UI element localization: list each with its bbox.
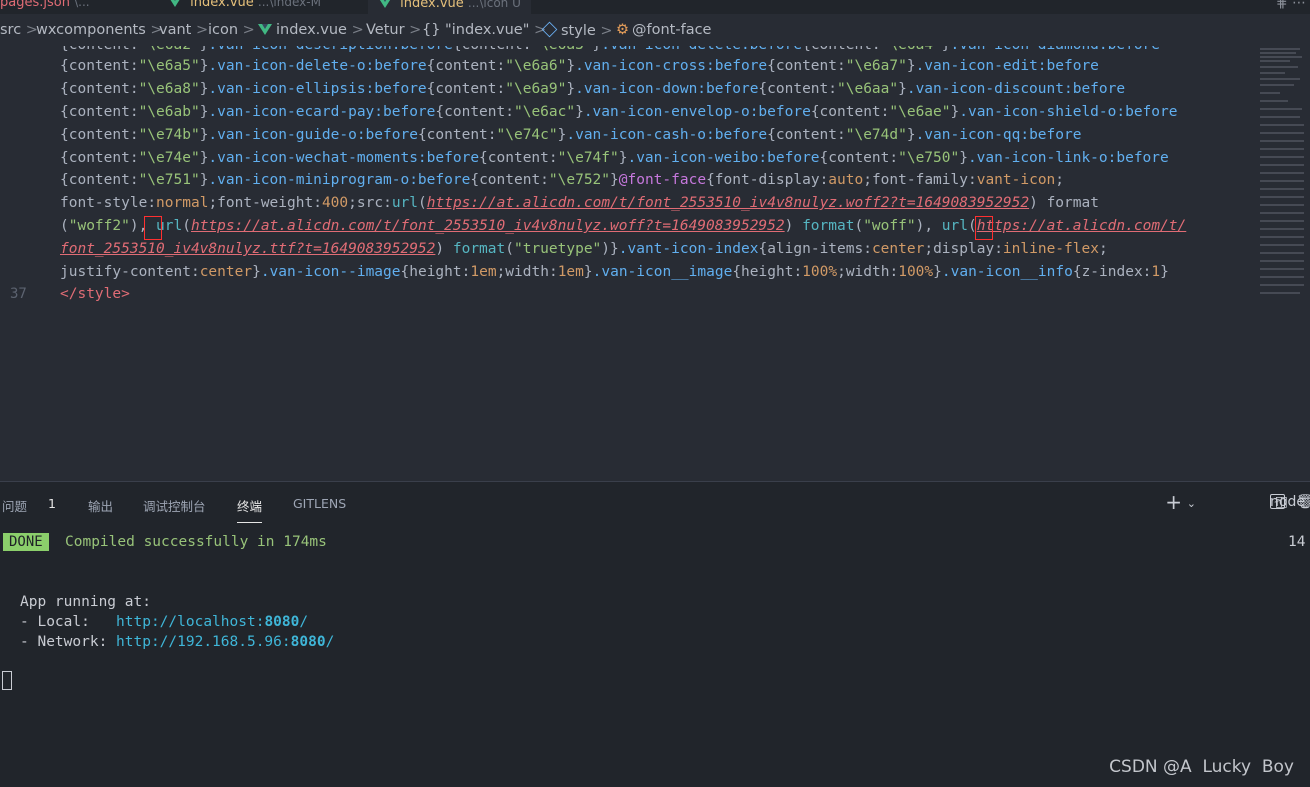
local-url-link[interactable]: http://localhost:8080/ — [116, 614, 308, 630]
editor-tab-bar: pages.json \... index.vue ...\index-M in… — [0, 0, 1310, 14]
local-line: - Local: http://localhost:8080/ — [20, 614, 309, 630]
trash-icon[interactable]: 🗑 — [1296, 494, 1310, 510]
code-line: </style> — [60, 286, 130, 302]
breadcrumb: src > wxcomponents > vant > icon > index… — [0, 14, 1310, 46]
breadcrumb-style[interactable]: style > — [541, 21, 613, 39]
tab-path: ...\index-M — [257, 0, 321, 9]
tab-label: index.vue — [400, 0, 464, 11]
tab-problems[interactable]: 问题 — [2, 496, 27, 515]
compiled-message: Compiled successfully in 174ms — [65, 534, 327, 550]
breadcrumb-vetur[interactable]: Vetur > — [366, 22, 421, 38]
done-badge: DONE — [3, 533, 49, 551]
breadcrumb-icon[interactable]: icon > — [208, 22, 255, 38]
code-editor[interactable]: {content:"\e6a2"}.van-icon-description:b… — [0, 46, 1310, 481]
code-line: ("woff2"), url(https://at.alicdn.com/t/f… — [60, 218, 1187, 234]
minimap[interactable] — [1260, 46, 1304, 301]
chevron-down-icon[interactable]: ⌄ — [1187, 497, 1196, 510]
tab-path: \... — [74, 0, 90, 9]
code-line: {content:"\e751"}.van-icon-miniprogram-o… — [60, 172, 1065, 188]
breadcrumb-file[interactable]: index.vue > — [258, 22, 364, 38]
panel-tabs: 问题 1 输出 调试控制台 终端 GITLENS + ⌄ > node ◫ 🗑 — [0, 482, 1310, 526]
app-running-text: App running at: — [20, 594, 151, 610]
split-editor-icon[interactable]: ⋕ ⋯ — [1276, 0, 1306, 11]
code-line: justify-content:center}.van-icon--image{… — [60, 264, 1169, 280]
tab-pages-json[interactable]: pages.json \... — [0, 0, 90, 14]
vue-icon — [258, 24, 272, 35]
breadcrumb-document[interactable]: {} "index.vue" > — [422, 22, 546, 38]
network-line: - Network: http://192.168.5.96:8080/ — [20, 634, 335, 650]
code-line: font_2553510_iv4v8nulyz.ttf?t=1649083952… — [60, 241, 1108, 257]
terminal-cursor — [2, 671, 12, 690]
vue-icon — [168, 0, 182, 7]
code-line: {content:"\e74b"}.van-icon-guide-o:befor… — [60, 127, 1082, 143]
watermark: CSDN @A Lucky Boy — [1109, 757, 1294, 777]
breadcrumb-wxcomponents[interactable]: wxcomponents > — [36, 22, 163, 38]
highlight-box — [975, 216, 993, 240]
terminal-output[interactable]: DONE Compiled successfully in 174ms 14 A… — [0, 526, 1310, 786]
bottom-panel: 问题 1 输出 调试控制台 终端 GITLENS + ⌄ > node ◫ 🗑 D… — [0, 481, 1310, 787]
code-line: {content:"\e6ab"}.van-icon-ecard-pay:bef… — [60, 104, 1178, 120]
breadcrumb-font-face[interactable]: ⚙ @font-face — [616, 22, 711, 38]
tab-label: pages.json — [0, 0, 70, 10]
code-line: {content:"\e6a8"}.van-icon-ellipsis:befo… — [60, 81, 1126, 97]
tab-index-vue-2[interactable]: index.vue ...\icon U — [368, 0, 531, 14]
problems-count-badge: 1 — [48, 496, 56, 511]
symbol-icon: ⚙ — [616, 22, 629, 38]
breadcrumb-src[interactable]: src > — [0, 22, 38, 38]
tab-gitlens[interactable]: GITLENS — [293, 496, 346, 511]
tab-debug-console[interactable]: 调试控制台 — [143, 496, 206, 515]
tab-output[interactable]: 输出 — [88, 496, 113, 515]
code-line: {content:"\e6a5"}.van-icon-delete-o:befo… — [60, 58, 1099, 74]
code-line: font-style:normal;font-weight:400;src:ur… — [60, 195, 1099, 211]
tab-index-vue-1[interactable]: index.vue ...\index-M — [168, 0, 321, 14]
tab-path: ...\icon U — [467, 0, 521, 10]
breadcrumb-vant[interactable]: vant > — [159, 22, 208, 38]
tab-label: index.vue — [190, 0, 254, 10]
cube-icon — [541, 21, 558, 38]
highlight-box — [144, 216, 162, 240]
terminal-right-number: 14 — [1288, 534, 1306, 550]
split-terminal-icon[interactable]: ◫ — [1275, 494, 1288, 510]
vue-icon — [378, 0, 392, 8]
new-terminal-plus-icon[interactable]: + — [1165, 490, 1182, 514]
tab-terminal[interactable]: 终端 — [237, 496, 263, 523]
network-url-link[interactable]: http://192.168.5.96:8080/ — [116, 634, 334, 650]
code-line: {content:"\e74e"}.van-icon-wechat-moment… — [60, 150, 1169, 166]
line-number: 37 — [10, 286, 27, 302]
